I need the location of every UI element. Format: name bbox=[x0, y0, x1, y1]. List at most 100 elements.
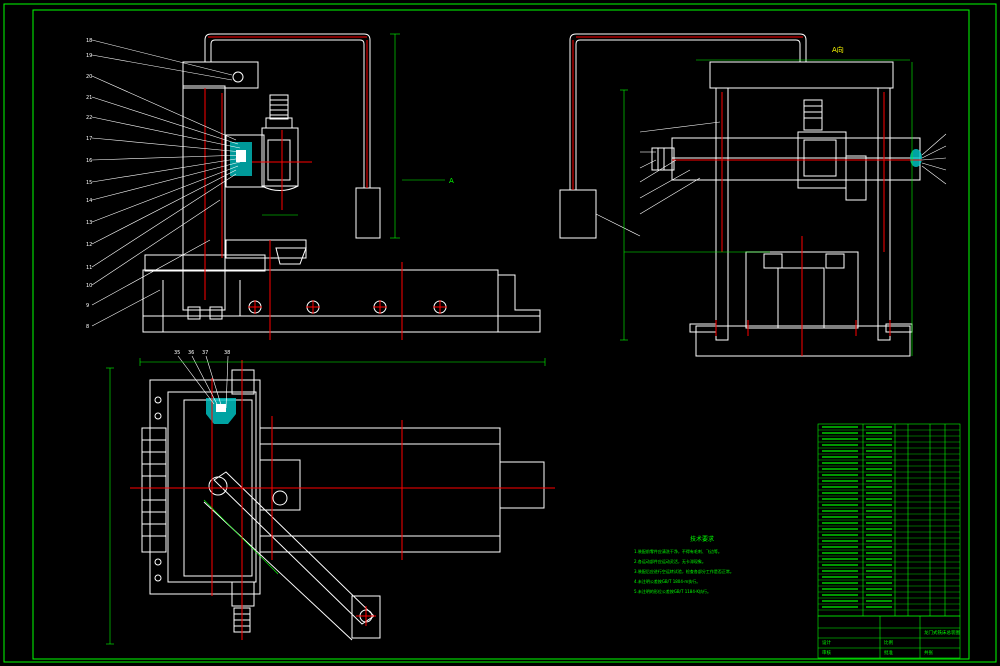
tech-line-3: 3.装配后应进行空运转试验，检查各部分工作是否正常。 bbox=[634, 568, 734, 574]
svg-text:36: 36 bbox=[188, 350, 194, 356]
parts-row-text-stroke bbox=[822, 456, 858, 458]
side-view bbox=[142, 33, 541, 333]
parts-row-text-stroke bbox=[822, 486, 858, 488]
parts-row-text-stroke bbox=[866, 510, 892, 512]
svg-text:12: 12 bbox=[86, 242, 92, 248]
svg-text:22: 22 bbox=[86, 115, 92, 121]
parts-row-text-stroke bbox=[866, 516, 892, 518]
svg-text:15: 15 bbox=[86, 180, 92, 186]
parts-row-text-stroke bbox=[822, 468, 858, 470]
parts-row-text-stroke bbox=[822, 594, 858, 596]
parts-row-text-stroke bbox=[866, 540, 892, 542]
svg-text:9: 9 bbox=[86, 303, 89, 309]
tech-line-5: 5.未注明的形位公差按GB/T 1184-K执行。 bbox=[634, 588, 711, 594]
parts-row-text-stroke bbox=[822, 480, 858, 482]
parts-row-text-stroke bbox=[866, 570, 892, 572]
view-label-a: A向 bbox=[832, 45, 844, 54]
svg-text:37: 37 bbox=[202, 350, 208, 356]
parts-row-text-stroke bbox=[822, 528, 858, 530]
parts-row-text-stroke bbox=[866, 528, 892, 530]
parts-row-text-stroke bbox=[822, 462, 858, 464]
inner-border bbox=[32, 9, 970, 660]
svg-text:10: 10 bbox=[86, 283, 92, 289]
drawing-name: 龙门式铣床总装图 bbox=[924, 629, 960, 636]
tech-requirements: 技术要求 1.装配前零件应清洗干净，不得有毛刺、飞边等。 2.各运动部件应运动灵… bbox=[634, 535, 734, 594]
parts-row-text-stroke bbox=[866, 558, 892, 560]
top-view-callout-numbers: 35 36 37 38 bbox=[174, 350, 230, 356]
svg-text:13: 13 bbox=[86, 220, 92, 226]
parts-row-text-stroke bbox=[822, 504, 858, 506]
tech-title: 技术要求 bbox=[690, 535, 714, 543]
parts-row-text-stroke bbox=[822, 438, 858, 440]
parts-row-text-stroke bbox=[822, 546, 858, 548]
svg-text:17: 17 bbox=[86, 136, 92, 142]
parts-row-text-stroke bbox=[866, 450, 892, 452]
tech-line-1: 1.装配前零件应清洗干净，不得有毛刺、飞边等。 bbox=[634, 548, 722, 554]
front-view-dimensions bbox=[620, 59, 913, 356]
section-marker-label: A bbox=[449, 177, 454, 185]
parts-row-text-stroke bbox=[866, 480, 892, 482]
svg-text:38: 38 bbox=[224, 350, 230, 356]
side-view-centerlines bbox=[204, 36, 447, 340]
parts-row-text-stroke bbox=[866, 594, 892, 596]
parts-row-text-stroke bbox=[866, 504, 892, 506]
parts-row-text-stroke bbox=[866, 438, 892, 440]
front-view-leaders bbox=[595, 121, 947, 237]
scale-label: 比例 bbox=[884, 639, 893, 646]
parts-row-text-stroke bbox=[822, 576, 858, 578]
parts-row-text-stroke bbox=[822, 600, 858, 602]
parts-row-text-stroke bbox=[822, 474, 858, 476]
sheet-label: 共张 bbox=[924, 649, 933, 656]
svg-text:21: 21 bbox=[86, 95, 92, 101]
parts-row-text-stroke bbox=[822, 558, 858, 560]
svg-text:8: 8 bbox=[86, 324, 89, 330]
parts-row-text-stroke bbox=[866, 546, 892, 548]
tech-line-4: 4.未注明公差按GB/T 1804-m执行。 bbox=[634, 578, 700, 584]
top-view-dimensions bbox=[106, 358, 546, 645]
parts-row-text-stroke bbox=[866, 606, 892, 608]
parts-row-text-stroke bbox=[822, 450, 858, 452]
parts-row-text-stroke bbox=[866, 582, 892, 584]
parts-row-text-stroke bbox=[822, 540, 858, 542]
parts-row-text-stroke bbox=[866, 588, 892, 590]
parts-list-text bbox=[822, 426, 892, 608]
parts-row-text-stroke bbox=[822, 432, 858, 434]
parts-row-text-stroke bbox=[866, 534, 892, 536]
parts-row-text-stroke bbox=[866, 492, 892, 494]
side-view-highlight bbox=[230, 142, 252, 176]
svg-text:20: 20 bbox=[86, 74, 92, 80]
parts-row-text-stroke bbox=[866, 426, 892, 428]
parts-row-text-stroke bbox=[866, 456, 892, 458]
parts-row-text-stroke bbox=[822, 606, 858, 608]
parts-row-text-stroke bbox=[822, 552, 858, 554]
svg-text:19: 19 bbox=[86, 53, 92, 59]
parts-row-text-stroke bbox=[866, 498, 892, 500]
cad-drawing: 18 19 20 21 22 17 16 15 14 13 12 11 10 9… bbox=[3, 3, 997, 663]
parts-row-text-stroke bbox=[822, 564, 858, 566]
parts-row-text-stroke bbox=[866, 468, 892, 470]
side-view-callout-numbers: 18 19 20 21 22 17 16 15 14 13 12 11 10 9… bbox=[86, 38, 92, 330]
top-view-highlight bbox=[206, 398, 236, 424]
title-block-text: 龙门式铣床总装图 设计 审核 比例 共张 批准 bbox=[822, 629, 960, 656]
parts-row-text-stroke bbox=[866, 552, 892, 554]
checker-label: 审核 bbox=[822, 649, 831, 656]
parts-row-text-stroke bbox=[866, 486, 892, 488]
approve-label: 批准 bbox=[884, 649, 893, 656]
parts-row-text-stroke bbox=[866, 600, 892, 602]
parts-row-text-stroke bbox=[822, 516, 858, 518]
svg-text:18: 18 bbox=[86, 38, 92, 44]
parts-row-text-stroke bbox=[866, 474, 892, 476]
side-view-dimensions bbox=[262, 33, 445, 239]
front-view bbox=[559, 33, 921, 357]
parts-row-text-stroke bbox=[822, 522, 858, 524]
parts-row-text-stroke bbox=[822, 510, 858, 512]
parts-row-text-stroke bbox=[822, 534, 858, 536]
parts-row-text-stroke bbox=[822, 582, 858, 584]
parts-row-text-stroke bbox=[866, 576, 892, 578]
parts-row-text-stroke bbox=[866, 432, 892, 434]
svg-text:14: 14 bbox=[86, 198, 92, 204]
parts-row-text-stroke bbox=[822, 498, 858, 500]
parts-row-text-stroke bbox=[822, 492, 858, 494]
parts-row-text-stroke bbox=[822, 570, 858, 572]
svg-text:11: 11 bbox=[86, 265, 92, 271]
